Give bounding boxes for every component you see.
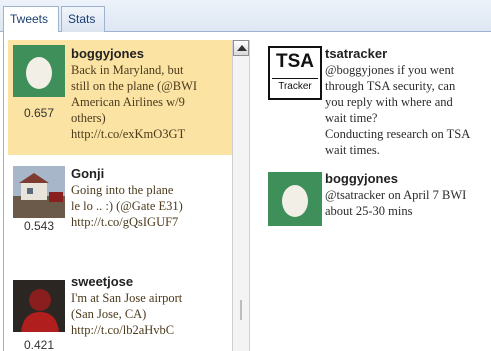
egg-icon: [268, 172, 322, 226]
tweet-text: I'm at San Jose airport (San Jose, CA) h…: [71, 291, 183, 337]
tweet-username[interactable]: sweetjose: [71, 274, 231, 290]
tab-tweets[interactable]: Tweets: [3, 6, 59, 33]
tweet-list-scrollbar[interactable]: [232, 40, 250, 351]
tsa-tracker-logo: TSA Tracker: [268, 46, 322, 100]
tweet-item[interactable]: 0.657 boggyjones Back in Maryland, but s…: [8, 40, 232, 155]
tweet-score: 0.657: [23, 106, 55, 120]
tweet-username[interactable]: Gonji: [71, 166, 231, 182]
tab-strip: Tweets Stats: [0, 0, 491, 33]
tweet-list: 0.657 boggyjones Back in Maryland, but s…: [8, 40, 232, 351]
tweet-item[interactable]: 0.543 Gonji Going into the plane le lo .…: [8, 162, 232, 252]
person-icon: [13, 280, 65, 332]
message-text: @boggyjones if you went through TSA secu…: [325, 63, 471, 157]
conversation-pane: TSA Tracker tsatracker @boggyjones if yo…: [258, 40, 491, 351]
tweet-score: 0.421: [23, 338, 55, 351]
tweet-username[interactable]: boggyjones: [71, 46, 231, 62]
conversation-message: TSA Tracker tsatracker @boggyjones if yo…: [268, 46, 491, 171]
message-username[interactable]: boggyjones: [325, 171, 491, 187]
conversation-message: boggyjones @tsatracker on April 7 BWI ab…: [268, 171, 491, 231]
tweet-text: Going into the plane le lo .. :) (@Gate …: [71, 183, 183, 229]
message-username[interactable]: tsatracker: [325, 46, 491, 62]
tweet-score: 0.543: [23, 219, 55, 233]
tweet-text: Back in Maryland, but still on the plane…: [71, 63, 198, 141]
tab-stats[interactable]: Stats: [61, 6, 105, 32]
scroll-up-icon[interactable]: [233, 40, 249, 56]
tweet-item[interactable]: 0.421 sweetjose I'm at San Jose airport …: [8, 272, 232, 351]
scroll-grip: [240, 300, 242, 320]
photo-icon: [13, 166, 65, 218]
message-text: @tsatracker on April 7 BWI about 25-30 m…: [325, 188, 467, 218]
egg-icon: [13, 45, 65, 97]
